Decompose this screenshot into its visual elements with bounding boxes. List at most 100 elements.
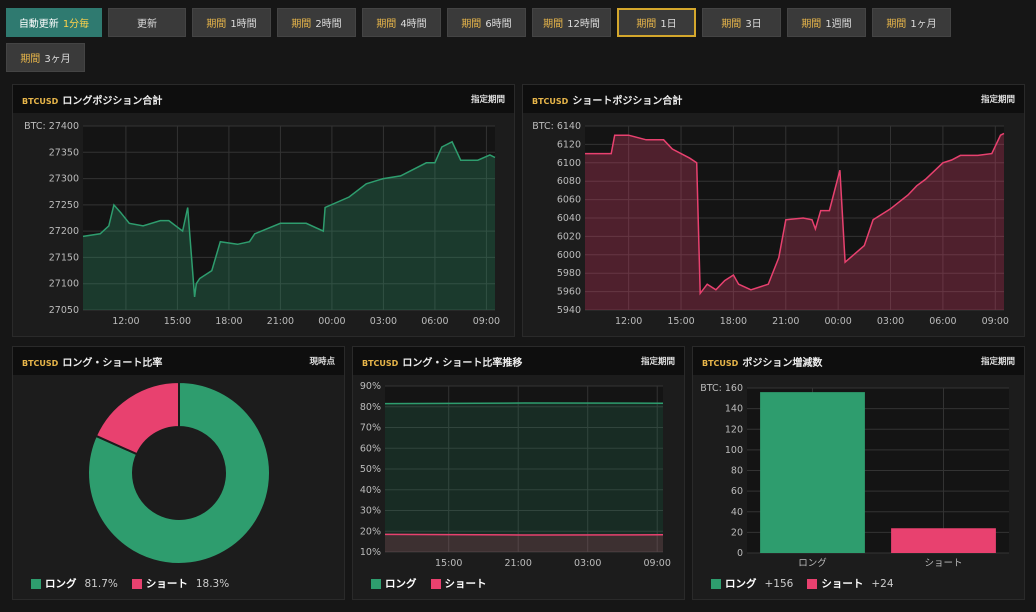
range-label[interactable]: 指定期間 xyxy=(471,93,505,105)
legend-label: ロング xyxy=(45,578,77,590)
period-prefix: 期間 xyxy=(721,19,742,30)
y-tick-label: 6000 xyxy=(557,250,581,261)
y-tick-label: 80 xyxy=(731,466,743,477)
y-tick-label: 5960 xyxy=(557,287,581,298)
x-tick-label: 12:00 xyxy=(112,316,139,327)
x-tick-label: 18:00 xyxy=(215,316,242,327)
legend-label: ロング xyxy=(385,578,417,590)
auto-refresh-button[interactable]: 自動更新 1分毎 xyxy=(6,8,102,37)
legend-label: ショート xyxy=(821,578,864,590)
y-tick-label: 40 xyxy=(731,507,743,518)
period-button-1w[interactable]: 期間 1週間 xyxy=(787,8,866,37)
x-tick-label: 00:00 xyxy=(318,316,345,327)
panel-title: ロング・ショート比率 xyxy=(62,357,163,369)
ratio-legend: ロング 81.7% ショート 18.3% xyxy=(31,576,229,591)
x-tick-label: 03:00 xyxy=(877,316,904,327)
range-label[interactable]: 指定期間 xyxy=(641,355,675,367)
series-line xyxy=(384,402,664,405)
legend-long[interactable]: ロング +156 xyxy=(711,576,793,591)
period-button-1h[interactable]: 期間 1時間 xyxy=(192,8,271,37)
legend-short[interactable]: ショート +24 xyxy=(807,576,894,591)
y-tick-label: 20% xyxy=(360,526,381,537)
period-button-6h[interactable]: 期間 6時間 xyxy=(447,8,526,37)
period-label: 6時間 xyxy=(485,19,512,30)
y-tick-label: 27050 xyxy=(49,305,79,316)
y-tick-label: 90% xyxy=(360,381,381,392)
legend-label: ロング xyxy=(725,578,757,590)
legend-long[interactable]: ロング 81.7% xyxy=(31,576,118,591)
ratio-panel: BTCUSD ロング・ショート比率 現時点 ロング 81.7% ショート 18.3% xyxy=(12,346,345,600)
legend-swatch xyxy=(131,578,142,589)
long-position-panel: BTCUSD ロングポジション合計 指定期間 27050 27100 27150 2720… xyxy=(12,84,515,337)
y-tick-label: 27200 xyxy=(49,226,79,237)
panel-header: BTCUSD ショートポジション合計 指定期間 xyxy=(523,85,1024,113)
legend-value: 81.7% xyxy=(84,577,118,590)
position-change-panel: BTCUSD ポジション増減数 指定期間 0 20 40 60 80 100 120 140 BTC… xyxy=(692,346,1025,600)
period-label: 1日 xyxy=(660,19,677,30)
legend-short[interactable]: ショート xyxy=(430,576,487,591)
symbol-label: BTCUSD xyxy=(22,96,59,106)
x-tick-label: 03:00 xyxy=(574,558,601,569)
period-button-4h[interactable]: 期間 4時間 xyxy=(362,8,441,37)
legend-short[interactable]: ショート 18.3% xyxy=(131,576,229,591)
range-label[interactable]: 指定期間 xyxy=(981,355,1015,367)
legend-long[interactable]: ロング xyxy=(371,576,417,591)
refresh-button[interactable]: 更新 xyxy=(108,8,186,37)
auto-refresh-interval: 1分毎 xyxy=(62,19,90,30)
y-tick-label: 60% xyxy=(360,443,381,454)
toolbar: 自動更新 1分毎 更新 期間 1時間 期間 2時間 期間 4時間 期間 6時間 期間 12時… xyxy=(6,8,1032,72)
x-tick-label: 18:00 xyxy=(720,316,747,327)
x-tick-label: 09:00 xyxy=(644,558,671,569)
period-label: 12時間 xyxy=(567,19,600,30)
y-tick-label: 120 xyxy=(725,424,743,435)
period-label: 1週間 xyxy=(825,19,852,30)
panel-title: ポジション増減数 xyxy=(742,357,823,369)
period-button-1d[interactable]: 期間 1日 xyxy=(617,8,696,37)
period-prefix: 期間 xyxy=(543,19,564,30)
y-tick-label: 20 xyxy=(731,527,743,538)
y-tick-label: 6040 xyxy=(557,213,581,224)
panel-title: ロング・ショート比率推移 xyxy=(402,357,523,369)
x-tick-label: 15:00 xyxy=(667,316,694,327)
y-tick-label: 10% xyxy=(360,547,381,558)
range-label[interactable]: 指定期間 xyxy=(981,93,1015,105)
panel-header: BTCUSD ポジション増減数 指定期間 xyxy=(693,347,1024,375)
y-tick-label: 27100 xyxy=(49,279,79,290)
period-prefix: 期間 xyxy=(801,19,822,30)
period-label: 1ヶ月 xyxy=(910,19,937,30)
x-tick-label: 09:00 xyxy=(982,316,1009,327)
symbol-label: BTCUSD xyxy=(702,358,739,368)
period-prefix: 期間 xyxy=(206,19,227,30)
x-tick-label: ロング xyxy=(798,557,827,569)
x-tick-label: 15:00 xyxy=(164,316,191,327)
period-button-3m[interactable]: 期間 3ヶ月 xyxy=(6,43,85,72)
x-tick-label: 09:00 xyxy=(473,316,500,327)
ratio-donut-chart xyxy=(87,380,272,565)
period-button-12h[interactable]: 期間 12時間 xyxy=(532,8,611,37)
y-tick-label: 5980 xyxy=(557,268,581,279)
trend-legend: ロング ショート xyxy=(371,576,487,591)
y-tick-label: 6020 xyxy=(557,231,581,242)
y-tick-label: 6060 xyxy=(557,195,581,206)
ratio-trend-panel: BTCUSD ロング・ショート比率推移 指定期間 10% 20% 30% 40% 50% 60… xyxy=(352,346,685,600)
period-button-2h[interactable]: 期間 2時間 xyxy=(277,8,356,37)
legend-swatch xyxy=(31,578,41,589)
panel-header: BTCUSD ロング・ショート比率 現時点 xyxy=(13,347,344,375)
y-tick-label: 5940 xyxy=(557,305,581,316)
position-change-chart: 0 20 40 60 80 100 120 140 BTC: 160 ロング ショート xyxy=(700,383,1009,569)
y-axis-label: BTC: 27400 xyxy=(24,121,79,132)
period-prefix: 期間 xyxy=(376,19,397,30)
panel-header: BTCUSD ロングポジション合計 指定期間 xyxy=(13,85,514,113)
period-button-1m[interactable]: 期間 1ヶ月 xyxy=(872,8,951,37)
y-axis-label: BTC: 160 xyxy=(700,383,743,394)
x-tick-label: 06:00 xyxy=(929,316,956,327)
y-tick-label: 30% xyxy=(360,506,381,517)
x-tick-label: 06:00 xyxy=(421,316,448,327)
short-position-chart: 5940 5960 5980 6000 6020 6040 6060 6080 6100 6120… xyxy=(532,121,1009,327)
period-prefix: 期間 xyxy=(461,19,482,30)
legend-swatch xyxy=(711,578,721,589)
ratio-trend-chart: 10% 20% 30% 40% 50% 60% 70% 80% 90% 15:00 21:00 03:… xyxy=(360,381,671,569)
legend-label: ショート xyxy=(145,578,188,590)
bar xyxy=(891,528,996,553)
period-button-3d[interactable]: 期間 3日 xyxy=(702,8,781,37)
